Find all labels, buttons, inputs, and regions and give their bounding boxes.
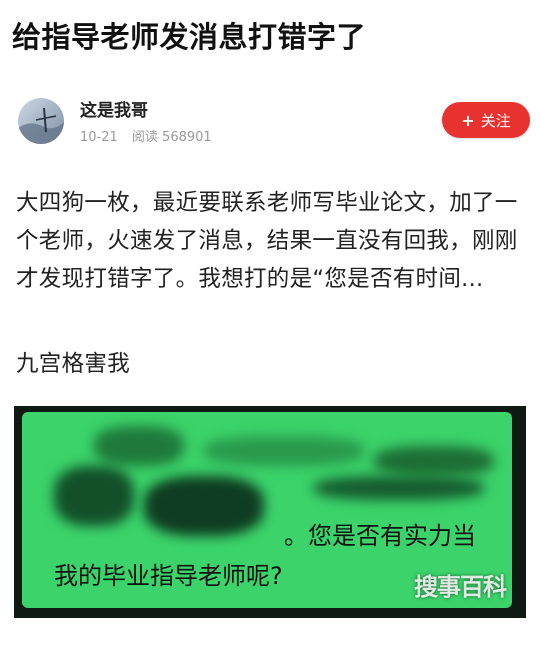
blur-patch [374,446,494,476]
avatar[interactable] [18,98,64,144]
avatar-image-icon [18,107,64,144]
post-date: 10-21 [80,130,118,145]
blur-patch [54,466,134,526]
chat-message-line-1: 。您是否有实力当 [284,522,476,550]
author-name[interactable]: 这是我哥 [80,96,148,121]
plus-icon: + [461,110,475,130]
post-meta: 10-21 阅读 568901 [80,126,222,145]
post-paragraph-2: 九宫格害我 [16,351,131,377]
blur-patch [314,476,484,500]
chat-screenshot-image: 。您是否有实力当 我的毕业指导老师呢? 搜事百科 [14,406,526,618]
post-paragraph: 大四狗一枚，最近要联系老师写毕业论文，加了一个老师，火速发了消息，结果一直没有回… [16,190,518,292]
blur-patch [144,476,264,536]
post-title: 给指导老师发消息打错字了 [12,20,367,54]
follow-button[interactable]: + 关注 [442,102,530,138]
watermark-logo: 搜事百科 [414,573,507,601]
author-row: 这是我哥 10-21 阅读 568901 + 关注 [18,96,530,148]
view-count: 阅读 568901 [131,130,212,145]
chat-message-line-2: 我的毕业指导老师呢? [54,562,283,590]
blur-patch [204,436,364,466]
blur-patch [94,426,184,466]
follow-label: 关注 [480,111,511,130]
